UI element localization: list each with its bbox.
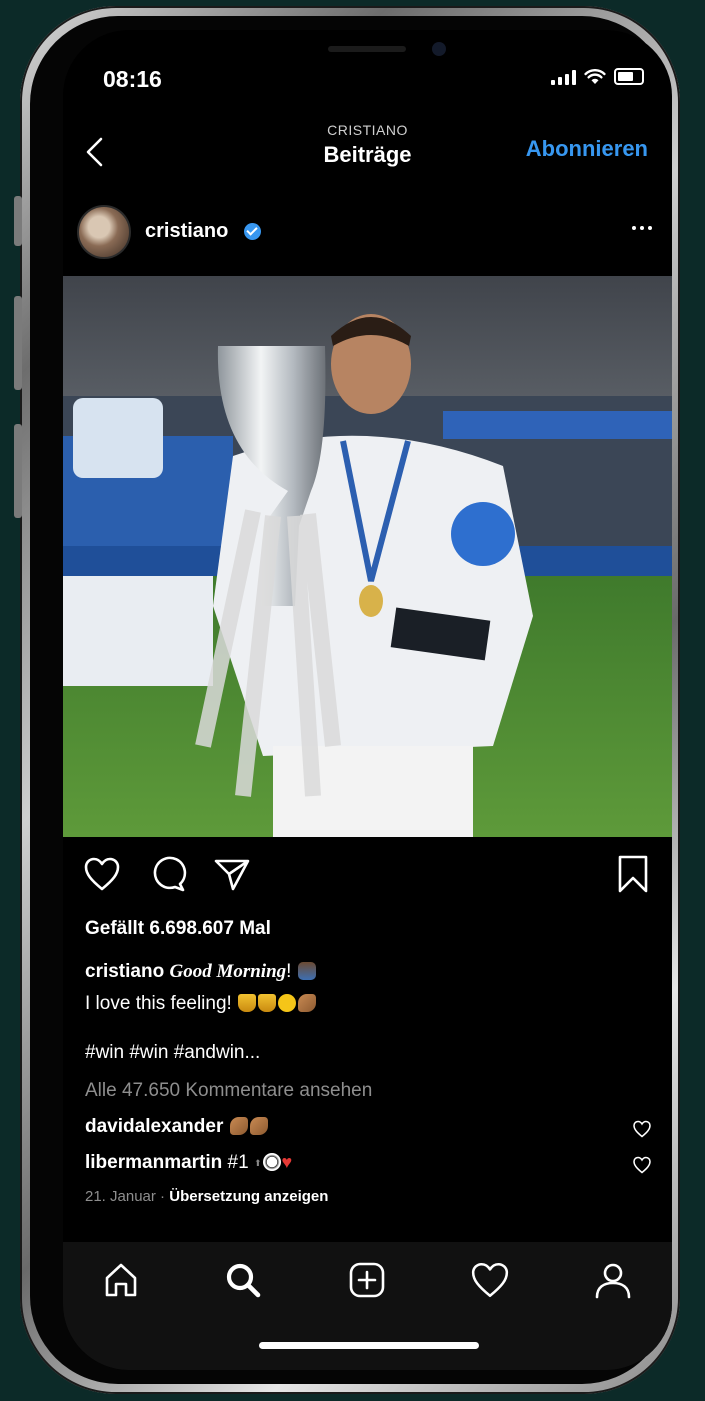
comment-row: davidalexander — [85, 1116, 269, 1138]
trophy-emoji-icon — [238, 994, 257, 1012]
top-emoji-icon: ⬆ — [253, 1158, 262, 1168]
post-header: cristiano — [63, 182, 672, 274]
flexed-biceps-emoji-icon — [229, 1117, 248, 1135]
bottom-tab-bar — [63, 1242, 672, 1370]
volume-up-button — [14, 296, 22, 390]
battery-icon — [614, 68, 644, 85]
grin-emoji-icon — [278, 994, 297, 1012]
follow-button[interactable]: Abonnieren — [526, 136, 648, 162]
avatar[interactable] — [77, 205, 131, 259]
search-icon[interactable] — [223, 1260, 263, 1300]
notch — [200, 30, 535, 92]
front-camera — [432, 42, 446, 56]
comment-like-heart-icon[interactable] — [632, 1156, 652, 1174]
comment-username[interactable]: libermanmartin — [85, 1152, 222, 1173]
home-indicator[interactable] — [259, 1342, 479, 1349]
phone-screen: 08:16 CRISTIANO Beiträge Abonnieren cris… — [63, 30, 672, 1370]
signal-icon — [551, 69, 576, 85]
post-username[interactable]: cristiano — [145, 220, 228, 243]
home-icon[interactable] — [101, 1260, 141, 1300]
trophy-emoji-icon — [258, 994, 277, 1012]
post-meta: 21. Januar · Übersetzung anzeigen — [85, 1188, 328, 1205]
wifi-icon — [584, 69, 606, 84]
volume-down-button — [14, 424, 22, 518]
status-icons — [551, 68, 644, 85]
post-photo-illustration — [63, 276, 672, 837]
caption-line-2: I love this feeling! — [85, 993, 232, 1014]
nav-header: CRISTIANO Beiträge Abonnieren — [63, 122, 672, 182]
post-actions — [63, 848, 672, 908]
status-time: 08:16 — [103, 66, 162, 92]
add-post-icon[interactable] — [347, 1260, 387, 1300]
person-emoji-icon — [297, 962, 316, 980]
caption-username[interactable]: cristiano — [85, 961, 164, 982]
more-options-icon[interactable] — [632, 226, 652, 230]
comment-username[interactable]: davidalexander — [85, 1116, 223, 1137]
meta-separator: · — [155, 1188, 170, 1205]
comment-text: #1 — [227, 1152, 249, 1173]
comment-row: libermanmartin #1 ⬆ ♥ — [85, 1152, 292, 1174]
red-heart-emoji-icon: ♥ — [281, 1152, 293, 1172]
comment-like-heart-icon[interactable] — [632, 1120, 652, 1138]
post-date: 21. Januar — [85, 1188, 156, 1205]
view-all-comments-link[interactable]: Alle 47.650 Kommentare ansehen — [85, 1080, 372, 1102]
verified-badge-icon — [244, 223, 261, 240]
translate-link[interactable]: Übersetzung anzeigen — [169, 1188, 328, 1205]
flexed-biceps-emoji-icon — [298, 994, 317, 1012]
speaker — [328, 46, 406, 52]
caption-script-text: Good Morning — [169, 961, 287, 982]
share-icon[interactable] — [213, 856, 251, 892]
activity-heart-icon[interactable] — [470, 1260, 510, 1300]
silent-switch — [14, 196, 22, 246]
profile-icon[interactable] — [593, 1260, 633, 1300]
soccer-ball-emoji-icon — [262, 1153, 281, 1171]
comment-icon[interactable] — [149, 856, 187, 892]
caption-hashtags[interactable]: #win #win #andwin... — [85, 1042, 260, 1064]
likes-count[interactable]: Gefällt 6.698.607 Mal — [85, 918, 271, 940]
flexed-biceps-emoji-icon — [249, 1117, 268, 1135]
bookmark-icon[interactable] — [616, 854, 650, 894]
heart-icon[interactable] — [83, 856, 121, 892]
post-image[interactable] — [63, 276, 672, 837]
post-caption: cristiano Good Morning! I love this feel… — [85, 956, 655, 1020]
caption-punctuation: ! — [286, 961, 292, 982]
